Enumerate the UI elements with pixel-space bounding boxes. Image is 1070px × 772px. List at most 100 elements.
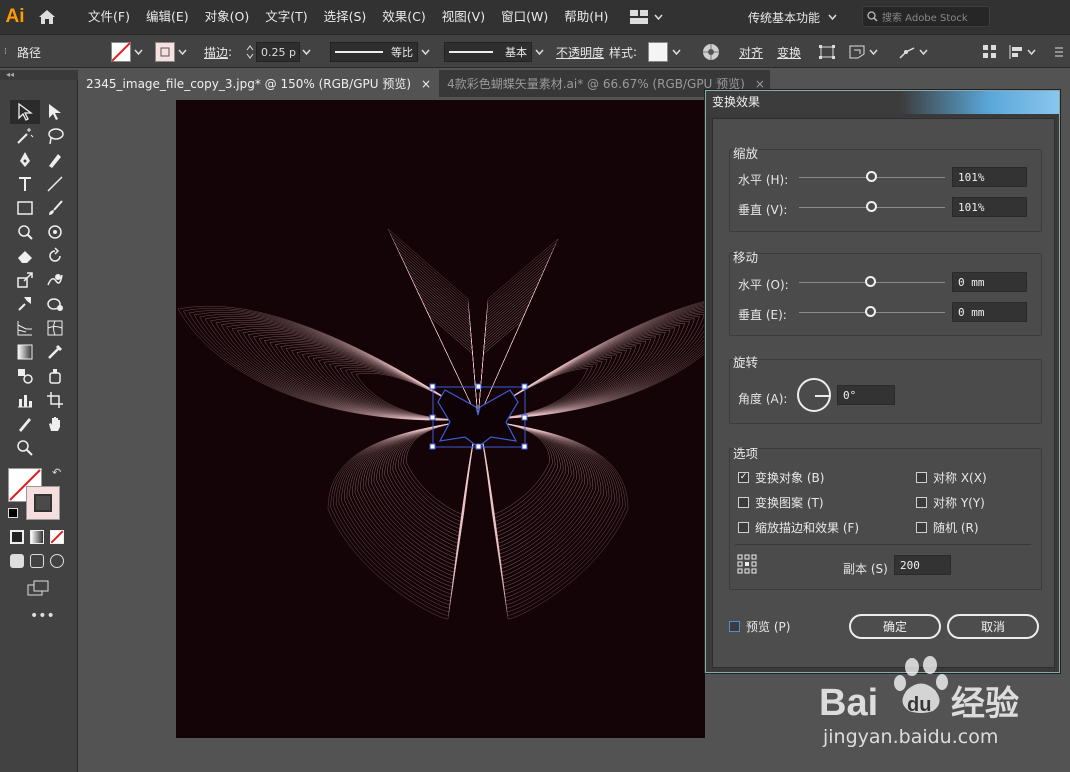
artwork[interactable] xyxy=(78,97,705,772)
default-colors-icon[interactable] xyxy=(8,508,18,518)
symbol-sprayer-tool-icon[interactable] xyxy=(40,364,70,388)
direct-selection-tool-icon[interactable] xyxy=(40,100,70,124)
workspace-switcher[interactable]: 传统基本功能 xyxy=(748,6,837,28)
copies-input[interactable]: 200 xyxy=(894,555,951,575)
stroke-swatch[interactable] xyxy=(26,486,60,520)
move-vertical-knob[interactable] xyxy=(865,306,876,317)
draw-inside-icon[interactable] xyxy=(50,554,64,568)
paintbrush-tool-icon[interactable] xyxy=(40,196,70,220)
recolor-icon[interactable] xyxy=(702,35,720,69)
menu-item[interactable]: 对象(O) xyxy=(197,0,258,34)
swap-fill-stroke-icon[interactable]: ↶ xyxy=(52,466,61,479)
close-icon[interactable]: × xyxy=(421,77,431,91)
arrange-documents-button[interactable] xyxy=(630,10,663,24)
stroke-weight-label[interactable]: 描边: xyxy=(204,35,232,69)
scale-vertical-input[interactable]: 101% xyxy=(952,197,1027,217)
control-menu-icon[interactable] xyxy=(1054,35,1064,69)
align-button[interactable]: 对齐 xyxy=(739,35,763,69)
perspective-grid-tool-icon[interactable] xyxy=(10,316,40,340)
move-horizontal-knob[interactable] xyxy=(865,276,876,287)
edit-toolbar-icon[interactable]: ••• xyxy=(30,608,55,624)
eyedropper-tool-icon[interactable] xyxy=(40,340,70,364)
stroke-color-picker[interactable] xyxy=(155,35,187,69)
menu-item[interactable]: 文件(F) xyxy=(80,0,138,34)
scale-vertical-knob[interactable] xyxy=(866,201,877,212)
shape-options-icon[interactable] xyxy=(848,35,878,69)
baidu-jingyan-watermark: Bai du 经验 jingyan.baidu.com xyxy=(819,656,1019,748)
mesh-tool-icon[interactable] xyxy=(40,316,70,340)
home-icon[interactable] xyxy=(30,0,64,34)
none-icon[interactable] xyxy=(50,530,64,544)
blend-tool-icon[interactable] xyxy=(10,364,40,388)
transform-button[interactable]: 变换 xyxy=(777,35,801,69)
artboard-tool-icon[interactable] xyxy=(40,388,70,412)
rotate-angle-input[interactable]: 0° xyxy=(837,385,895,405)
fill-color-picker[interactable] xyxy=(111,35,143,69)
menu-item[interactable]: 文字(T) xyxy=(257,0,315,34)
lasso-tool-icon[interactable] xyxy=(40,124,70,148)
hand-tool-icon[interactable] xyxy=(40,412,70,436)
scale-tool-icon[interactable] xyxy=(10,268,40,292)
ok-button[interactable]: 确定 xyxy=(849,614,941,639)
selection-tool-icon[interactable] xyxy=(10,100,40,124)
puppet-warp-icon[interactable] xyxy=(898,35,928,69)
stroke-weight-input[interactable]: 0.25 p xyxy=(256,42,300,62)
stroke-label: 描边 xyxy=(204,45,229,60)
move-vertical-input[interactable]: 0 mm xyxy=(952,302,1027,322)
eraser-tool-icon[interactable] xyxy=(10,244,40,268)
column-graph-tool-icon[interactable] xyxy=(10,388,40,412)
graphic-style-picker[interactable] xyxy=(648,35,681,69)
opacity-label[interactable]: 不透明度 xyxy=(556,35,604,69)
transform-patterns-checkbox[interactable]: 变换图案 (T) xyxy=(738,494,824,511)
curvature-tool-icon[interactable] xyxy=(40,148,70,172)
menu-item[interactable]: 效果(C) xyxy=(374,0,433,34)
scale-strokes-checkbox[interactable]: 缩放描边和效果 (F) xyxy=(738,519,859,536)
reflect-x-checkbox[interactable]: 对称 X(X) xyxy=(916,469,987,486)
cancel-button[interactable]: 取消 xyxy=(947,614,1039,639)
transform-objects-checkbox[interactable]: ✓ 变换对象 (B) xyxy=(738,469,824,486)
warp-tool-icon[interactable] xyxy=(40,268,70,292)
stroke-weight-stepper[interactable]: 0.25 p xyxy=(246,35,311,69)
rectangle-tool-icon[interactable] xyxy=(10,196,40,220)
pen-tool-icon[interactable] xyxy=(10,148,40,172)
menu-item[interactable]: 编辑(E) xyxy=(138,0,197,34)
gradient-icon[interactable] xyxy=(30,530,44,544)
isolate-icon[interactable] xyxy=(818,35,836,69)
tab-document-1[interactable]: 2345_image_file_copy_3.jpg* @ 150% (RGB/… xyxy=(78,70,440,97)
preview-checkbox[interactable]: 预览 (P) xyxy=(729,618,790,635)
zoom-tool-icon[interactable] xyxy=(10,436,40,460)
menu-item[interactable]: 视图(V) xyxy=(434,0,493,34)
gradient-tool-icon[interactable] xyxy=(10,340,40,364)
scale-horizontal-input[interactable]: 101% xyxy=(952,167,1027,187)
line-segment-tool-icon[interactable] xyxy=(40,172,70,196)
reflect-y-checkbox[interactable]: 对称 Y(Y) xyxy=(916,494,985,511)
toolbar-collapse-handle[interactable]: ◂◂ xyxy=(0,70,78,80)
draw-behind-icon[interactable] xyxy=(30,554,44,568)
menu-item[interactable]: 窗口(W) xyxy=(493,0,556,34)
move-horizontal-input[interactable]: 0 mm xyxy=(952,272,1027,292)
shaper-tool-icon[interactable] xyxy=(10,220,40,244)
shape-builder-tool-icon[interactable] xyxy=(40,292,70,316)
angle-dial-icon[interactable] xyxy=(797,378,831,412)
dialog-title[interactable]: 变换效果 xyxy=(706,91,1059,114)
rotate-tool-icon[interactable] xyxy=(40,244,70,268)
scale-horizontal-knob[interactable] xyxy=(866,171,877,182)
pencil-tool-icon[interactable] xyxy=(40,220,70,244)
free-transform-tool-icon[interactable] xyxy=(10,292,40,316)
stock-search-input[interactable]: 搜索 Adobe Stock xyxy=(862,6,990,27)
draw-normal-icon[interactable] xyxy=(10,554,24,568)
color-icon[interactable] xyxy=(10,530,24,544)
brush-definition[interactable]: 基本 xyxy=(444,35,544,69)
type-tool-icon[interactable] xyxy=(10,172,40,196)
distribute-icon[interactable] xyxy=(1008,35,1036,69)
random-checkbox[interactable]: 随机 (R) xyxy=(916,519,979,536)
close-icon[interactable]: × xyxy=(755,77,765,91)
arrange-icon[interactable] xyxy=(983,35,997,69)
reference-point-icon[interactable] xyxy=(737,554,757,577)
menu-item[interactable]: 帮助(H) xyxy=(556,0,616,34)
screen-mode-icon[interactable] xyxy=(27,580,49,599)
menu-item[interactable]: 选择(S) xyxy=(316,0,375,34)
magic-wand-tool-icon[interactable] xyxy=(10,124,40,148)
variable-width-profile[interactable]: 等比 xyxy=(330,35,430,69)
slice-tool-icon[interactable] xyxy=(10,412,40,436)
